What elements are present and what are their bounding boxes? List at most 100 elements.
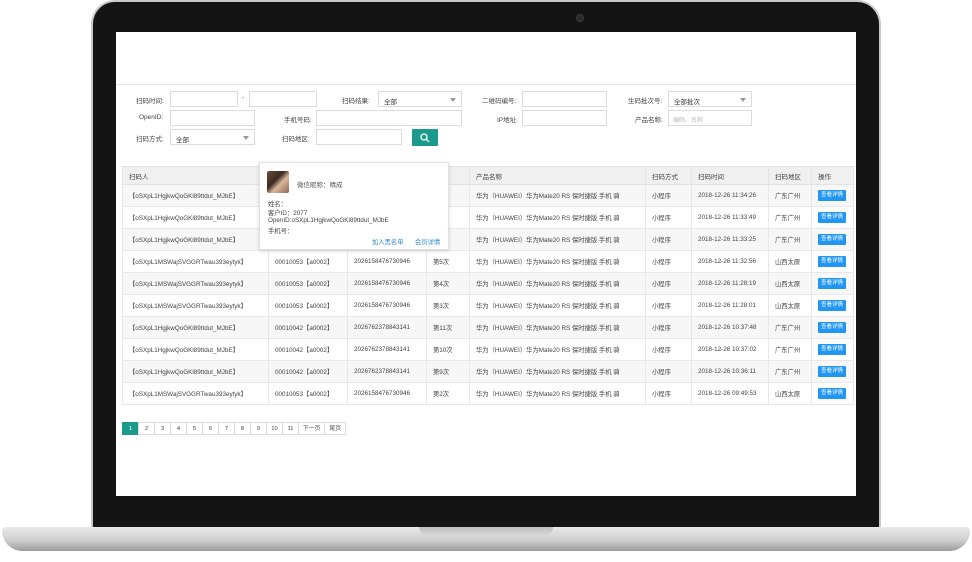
page-6[interactable]: 6 bbox=[202, 422, 219, 435]
page-11[interactable]: 11 bbox=[282, 422, 299, 435]
date-range-dash: - bbox=[242, 95, 245, 102]
cell-method: 小程序 bbox=[645, 250, 692, 273]
cell-product: 华为（HUAWEI）华为Mate20 RS 保时捷版 手机 骑 bbox=[469, 338, 646, 361]
cell-scanner: 【oSXpL1MSWajSVGGRTwau393eytyk】 bbox=[122, 382, 269, 405]
openid-input[interactable] bbox=[170, 110, 255, 126]
cell-method: 小程序 bbox=[645, 360, 692, 383]
ip-label: IP地址: bbox=[497, 117, 518, 124]
table-row: 【oSXpL1HgjkwQoGKl89ttdut_MJbE】 2 华为（HUAW… bbox=[122, 228, 854, 251]
cell-time: 2018-12-26 09:49:53 bbox=[691, 382, 769, 405]
view-detail-button[interactable]: 查看详情 bbox=[818, 387, 847, 400]
view-detail-button[interactable]: 查看详情 bbox=[818, 211, 847, 224]
cell-method: 小程序 bbox=[645, 294, 692, 317]
chevron-down-icon bbox=[450, 98, 456, 102]
view-detail-button[interactable]: 查看详情 bbox=[818, 233, 847, 246]
cell-action: 查看详情 bbox=[811, 316, 854, 339]
cell-serial: 2026762378843141 bbox=[347, 338, 427, 361]
cell-action: 查看详情 bbox=[811, 382, 854, 405]
cell-code: 00010053【a0002】 bbox=[268, 250, 348, 273]
product-label: 产品名称: bbox=[635, 117, 663, 124]
product-input[interactable]: 编码、名称 bbox=[668, 110, 752, 126]
scan-time-start-input[interactable] bbox=[170, 91, 238, 107]
cell-area: 山西太原 bbox=[768, 250, 812, 273]
scan-method-select[interactable]: 全部 bbox=[170, 129, 255, 145]
batch-value: 全部批次 bbox=[674, 99, 700, 106]
view-detail-button[interactable]: 查看详情 bbox=[818, 321, 847, 334]
page-1[interactable]: 1 bbox=[122, 422, 139, 435]
header-product: 产品名称 bbox=[469, 166, 646, 185]
next-page-button[interactable]: 下一页 bbox=[298, 422, 326, 435]
table-row: 【oSXpL1HgjkwQoGKl89ttdut_MJbE】 00010042【… bbox=[122, 316, 854, 339]
laptop-notch bbox=[419, 527, 553, 536]
cell-scanner: 【oSXpL1MSWajSVGGRTwau393eytyk】 bbox=[122, 250, 269, 273]
page-5[interactable]: 5 bbox=[186, 422, 203, 435]
last-page-button[interactable]: 尾页 bbox=[324, 422, 347, 435]
batch-select[interactable]: 全部批次 bbox=[668, 91, 752, 107]
page-8[interactable]: 8 bbox=[234, 422, 251, 435]
cell-time: 2018-12-26 11:33:49 bbox=[691, 206, 769, 229]
cell-time: 2018-12-26 10:37:48 bbox=[691, 316, 769, 339]
add-blacklist-link[interactable]: 加入黑名单 bbox=[372, 237, 403, 246]
page-4[interactable]: 4 bbox=[170, 422, 187, 435]
scan-records-table: 扫码人 果 产品名称 扫码方式 扫码时间 扫码地区 操作 【oSXpL1Hgjk… bbox=[122, 166, 854, 405]
cell-time: 2018-12-26 10:37:02 bbox=[691, 338, 769, 361]
cell-scanner: 【oSXpL1MSWajSVGGRTwau393eytyk】 bbox=[122, 272, 269, 295]
cell-scanner: 【oSXpL1HgjkwQoGKl89ttdut_MJbE】 bbox=[122, 184, 269, 207]
cell-count: 第9次 bbox=[426, 360, 470, 383]
page-3[interactable]: 3 bbox=[154, 422, 171, 435]
page-2[interactable]: 2 bbox=[138, 422, 155, 435]
cell-serial: 2026158476730946 bbox=[347, 294, 427, 317]
page-7[interactable]: 7 bbox=[218, 422, 235, 435]
cell-area: 山西太原 bbox=[768, 272, 812, 295]
cell-method: 小程序 bbox=[645, 184, 692, 207]
popup-openid: OpenID:oSXpL1HgjkwQoGKl89ttdut_MJbE bbox=[268, 217, 389, 224]
page-10[interactable]: 10 bbox=[266, 422, 283, 435]
cell-product: 华为（HUAWEI）华为Mate20 RS 保时捷版 手机 骑 bbox=[469, 228, 646, 251]
cell-code: 00010042【a0002】 bbox=[268, 316, 348, 339]
scan-area-input[interactable] bbox=[316, 129, 402, 145]
qr-number-input[interactable] bbox=[522, 91, 607, 107]
view-detail-button[interactable]: 查看详情 bbox=[818, 365, 847, 378]
cell-time: 2018-12-26 11:34:26 bbox=[691, 184, 769, 207]
scan-method-label: 扫码方式: bbox=[136, 136, 164, 143]
search-button[interactable] bbox=[412, 129, 438, 146]
cell-area: 广东广州 bbox=[768, 338, 812, 361]
cell-method: 小程序 bbox=[645, 338, 692, 361]
product-placeholder: 编码、名称 bbox=[673, 118, 704, 124]
cell-time: 2018-12-26 11:28:19 bbox=[691, 272, 769, 295]
cell-method: 小程序 bbox=[645, 206, 692, 229]
cell-count: 第4次 bbox=[426, 272, 470, 295]
cell-method: 小程序 bbox=[645, 272, 692, 295]
view-detail-button[interactable]: 查看详情 bbox=[818, 277, 847, 290]
cell-product: 华为（HUAWEI）华为Mate20 RS 保时捷版 手机 骑 bbox=[469, 360, 646, 383]
cell-action: 查看详情 bbox=[811, 272, 854, 295]
table-row: 【oSXpL1MSWajSVGGRTwau393eytyk】 00010053【… bbox=[122, 250, 854, 273]
cell-count: 第11次 bbox=[426, 316, 470, 339]
search-icon bbox=[420, 133, 430, 143]
avatar bbox=[267, 171, 289, 193]
scan-time-end-input[interactable] bbox=[249, 91, 317, 107]
scan-method-value: 全部 bbox=[176, 137, 189, 144]
cell-area: 广东广州 bbox=[768, 360, 812, 383]
cell-code: 00010042【a0002】 bbox=[268, 360, 348, 383]
cell-code: 00010042【a0002】 bbox=[268, 338, 348, 361]
openid-label: OpenID: bbox=[139, 114, 164, 121]
view-detail-button[interactable]: 查看详情 bbox=[818, 343, 847, 356]
ip-input[interactable] bbox=[522, 110, 607, 126]
scan-result-select[interactable]: 全部 bbox=[378, 91, 462, 107]
table-row: 【oSXpL1MSWajSVGGRTwau393eytyk】 00010053【… bbox=[122, 382, 854, 405]
chevron-down-icon bbox=[243, 136, 249, 140]
screen: 扫码时间: - 扫码结果: 全部 二维码编号: 生码批次号: 全部批次 Open… bbox=[116, 32, 856, 496]
cell-product: 华为（HUAWEI）华为Mate20 RS 保时捷版 手机 骑 bbox=[469, 206, 646, 229]
member-detail-link[interactable]: 会员详情 bbox=[415, 237, 440, 246]
cell-count: 第10次 bbox=[426, 338, 470, 361]
phone-input[interactable] bbox=[316, 110, 462, 126]
cell-count: 第5次 bbox=[426, 250, 470, 273]
view-detail-button[interactable]: 查看详情 bbox=[818, 255, 847, 268]
view-detail-button[interactable]: 查看详情 bbox=[818, 299, 847, 312]
cell-action: 查看详情 bbox=[811, 184, 854, 207]
view-detail-button[interactable]: 查看详情 bbox=[818, 189, 847, 202]
cell-code: 00010053【a0002】 bbox=[268, 382, 348, 405]
page-9[interactable]: 9 bbox=[250, 422, 267, 435]
popup-name: 姓名： bbox=[268, 201, 287, 208]
